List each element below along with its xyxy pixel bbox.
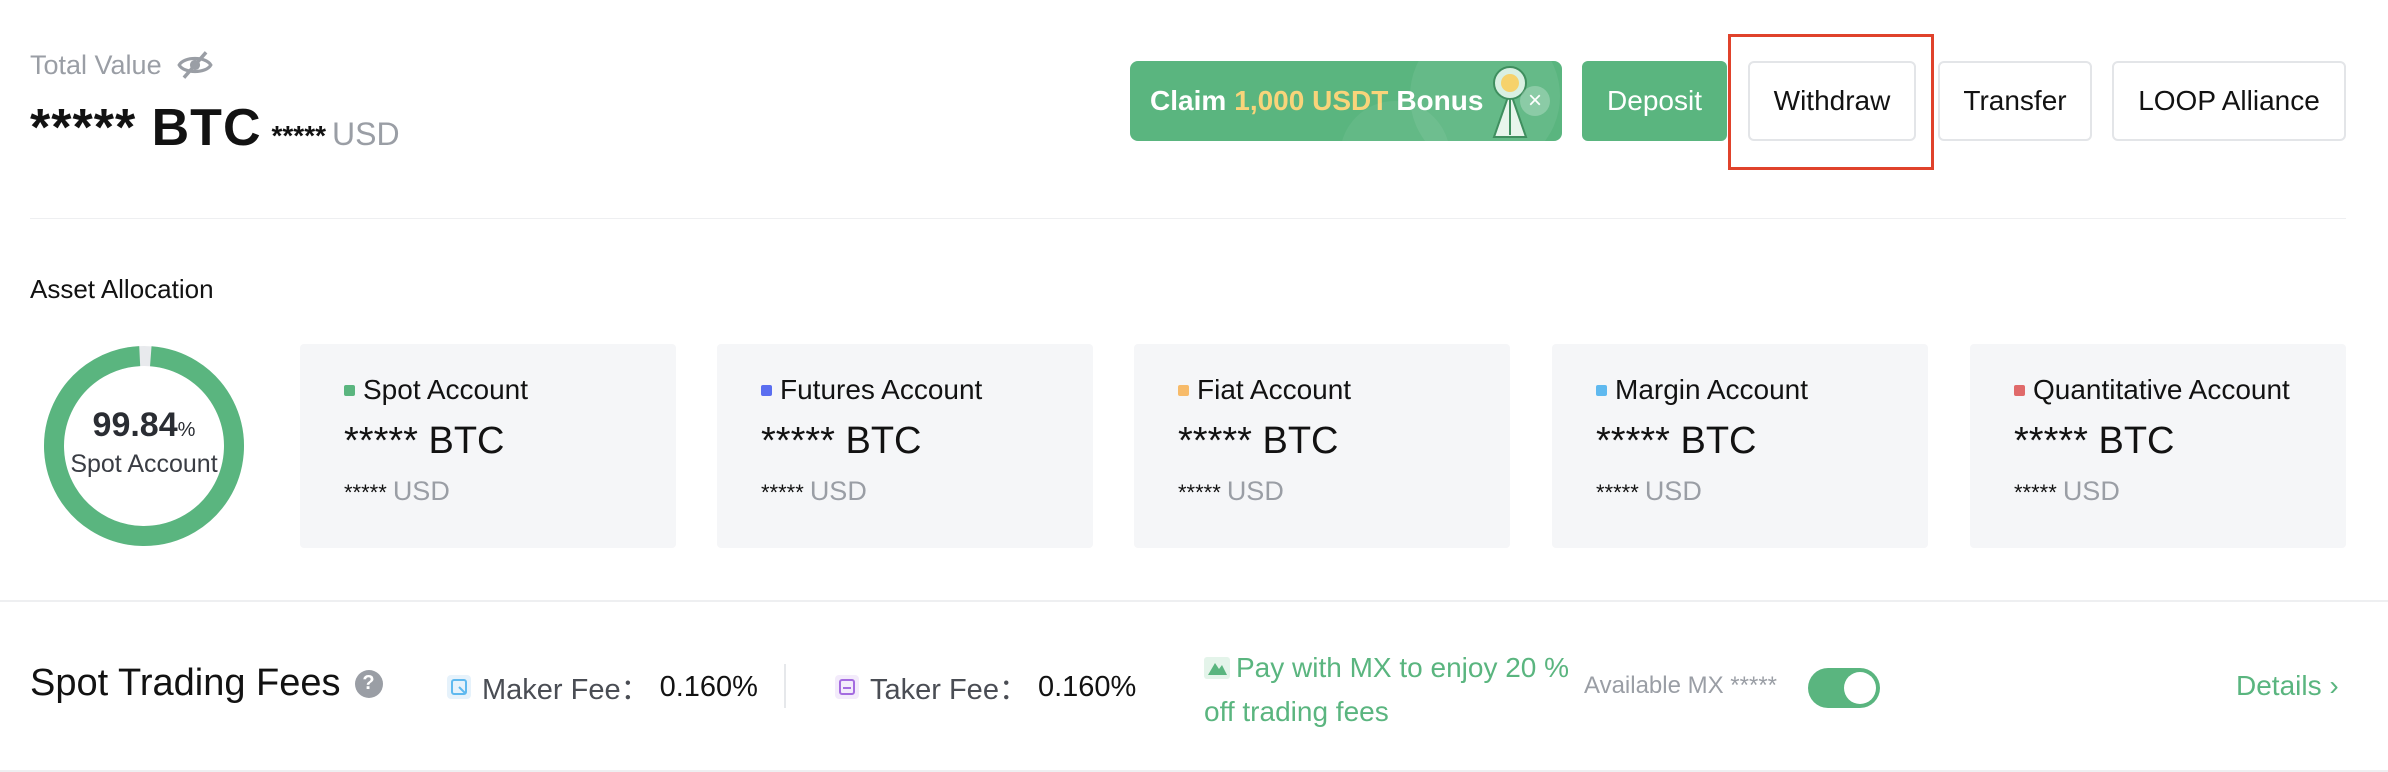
account-usd-value: ***** USD — [1178, 476, 1284, 507]
claim-prefix: Claim — [1150, 85, 1227, 116]
account-btc-value: ***** BTC — [2014, 420, 2175, 462]
banner-close-icon[interactable]: × — [1520, 86, 1550, 116]
account-usd-stars: ***** — [2014, 480, 2057, 505]
account-name: Fiat Account — [1197, 374, 1352, 405]
help-icon[interactable]: ? — [354, 669, 383, 698]
account-usd-value: ***** USD — [761, 476, 867, 507]
account-card-spot[interactable]: Spot Account ***** BTC ***** USD — [300, 344, 676, 548]
account-name: Futures Account — [780, 374, 983, 405]
total-value-label-row: Total Value — [30, 46, 214, 84]
spot-trading-fees-title-row: Spot Trading Fees ? — [30, 662, 383, 705]
account-card-margin[interactable]: Margin Account ***** BTC ***** USD — [1552, 344, 1928, 548]
account-name: Margin Account — [1615, 374, 1808, 405]
maker-fee-label: Maker Fee： — [482, 674, 650, 706]
toggle-knob — [1844, 672, 1876, 704]
mx-discount-promo: Pay with MX to enjoy 20 % off trading fe… — [1204, 646, 1594, 734]
spot-trading-fees-title: Spot Trading Fees — [30, 662, 341, 704]
account-usd-value: ***** USD — [344, 476, 450, 507]
taker-fee-value: 0.160% — [1037, 670, 1137, 703]
account-card-fiat[interactable]: Fiat Account ***** BTC ***** USD — [1134, 344, 1510, 548]
account-name-row: Margin Account — [1596, 374, 1808, 406]
taker-fee: Taker Fee： 0.160% — [834, 666, 1136, 708]
account-color-dot — [2014, 384, 2025, 396]
account-btc-value: ***** BTC — [1596, 420, 1757, 462]
account-card-quantitative[interactable]: Quantitative Account ***** BTC ***** USD — [1970, 344, 2346, 548]
account-color-dot — [1596, 384, 1607, 396]
account-usd-stars: ***** — [344, 480, 387, 505]
account-usd-stars: ***** — [1596, 480, 1639, 505]
claim-bonus-banner[interactable]: Claim 1,000 USDT Bonus — [1130, 61, 1562, 141]
eye-off-icon[interactable] — [176, 46, 214, 84]
account-name-row: Quantitative Account — [2014, 374, 2290, 406]
account-usd-unit: USD — [1226, 476, 1284, 506]
account-color-dot — [761, 384, 772, 396]
pay-with-mx-toggle[interactable] — [1808, 668, 1880, 708]
spot-allocation-arc — [44, 346, 244, 546]
loop-alliance-button[interactable]: LOOP Alliance — [2112, 61, 2346, 141]
donut-percent-value: 99.84 — [92, 406, 178, 444]
divider — [30, 218, 2346, 219]
account-usd-unit: USD — [809, 476, 867, 506]
allocation-donut-chart — [44, 346, 244, 546]
account-color-dot — [344, 384, 355, 396]
account-btc-value: ***** BTC — [761, 420, 922, 462]
maker-fee-value: 0.160% — [659, 670, 758, 703]
fee-separator — [784, 664, 786, 708]
account-usd-unit: USD — [2062, 476, 2120, 506]
deposit-button[interactable]: Deposit — [1582, 61, 1727, 141]
divider — [0, 600, 2388, 602]
total-usd-unit: USD — [331, 116, 400, 152]
asset-allocation-title: Asset Allocation — [30, 274, 214, 304]
withdraw-button[interactable]: Withdraw — [1748, 61, 1916, 141]
account-name: Spot Account — [363, 374, 529, 405]
account-usd-stars: ***** — [1178, 480, 1221, 505]
available-mx: Available MX ***** — [1584, 672, 1777, 699]
account-usd-value: ***** USD — [1596, 476, 1702, 507]
account-name-row: Spot Account — [344, 374, 528, 406]
account-name-row: Fiat Account — [1178, 374, 1351, 406]
account-btc-value: ***** BTC — [344, 420, 505, 462]
total-value-label: Total Value — [30, 49, 162, 80]
total-value: ***** BTC ***** USD — [30, 98, 400, 158]
account-color-dot — [1178, 384, 1189, 396]
account-btc-value: ***** BTC — [1178, 420, 1339, 462]
account-name: Quantitative Account — [2033, 374, 2290, 405]
account-usd-unit: USD — [1644, 476, 1702, 506]
promo-line-1: Pay with MX to enjoy 20 % — [1236, 652, 1570, 683]
details-link[interactable]: Details › — [2236, 670, 2339, 702]
donut-percent-sign: % — [177, 419, 196, 441]
account-usd-value: ***** USD — [2014, 476, 2120, 507]
transfer-button[interactable]: Transfer — [1938, 61, 2092, 141]
promo-line-2: off trading fees — [1204, 696, 1389, 727]
account-usd-stars: ***** — [761, 480, 804, 505]
account-name-row: Futures Account — [761, 374, 982, 406]
maker-fee: Maker Fee： 0.160% — [446, 666, 758, 708]
taker-fee-label: Taker Fee： — [870, 674, 1028, 706]
maker-fee-icon — [447, 675, 471, 699]
donut-percent: 99.84% — [42, 406, 246, 445]
account-usd-unit: USD — [392, 476, 450, 506]
mx-logo-icon — [1204, 657, 1230, 679]
taker-fee-icon — [835, 675, 859, 699]
total-usd-stars: ***** — [271, 120, 326, 151]
account-card-futures[interactable]: Futures Account ***** BTC ***** USD — [717, 344, 1093, 548]
donut-label: Spot Account — [70, 450, 218, 478]
total-btc-value: ***** BTC — [30, 99, 262, 157]
